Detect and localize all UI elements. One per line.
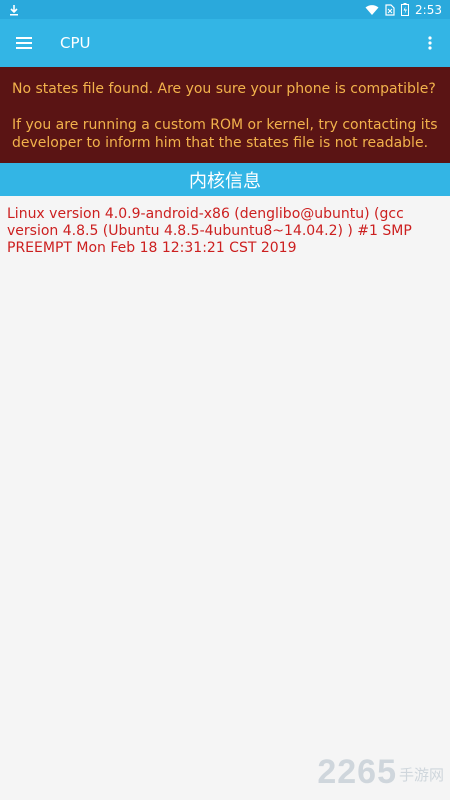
status-bar: 2:53 [0,0,450,19]
wifi-icon [365,4,379,16]
warning-line-2: If you are running a custom ROM or kerne… [12,117,438,151]
watermark-number: 2265 [317,753,397,791]
kernel-info-header: 内核信息 [0,163,450,196]
warning-line-1: No states file found. Are you sure your … [12,81,436,97]
app-bar: CPU [0,19,450,67]
download-icon [8,4,20,16]
watermark-suffix: 手游网 [398,766,444,784]
watermark-logo: 2265 手游网 [317,753,444,792]
hamburger-menu-icon[interactable] [0,19,48,67]
compatibility-warning: No states file found. Are you sure your … [0,67,450,163]
battery-icon [401,3,410,16]
more-vert-icon[interactable] [410,19,450,67]
sim-card-icon [385,3,395,16]
app-title: CPU [60,34,91,52]
status-time: 2:53 [415,2,442,17]
kernel-info-text: Linux version 4.0.9-android-x86 (denglib… [7,206,412,256]
